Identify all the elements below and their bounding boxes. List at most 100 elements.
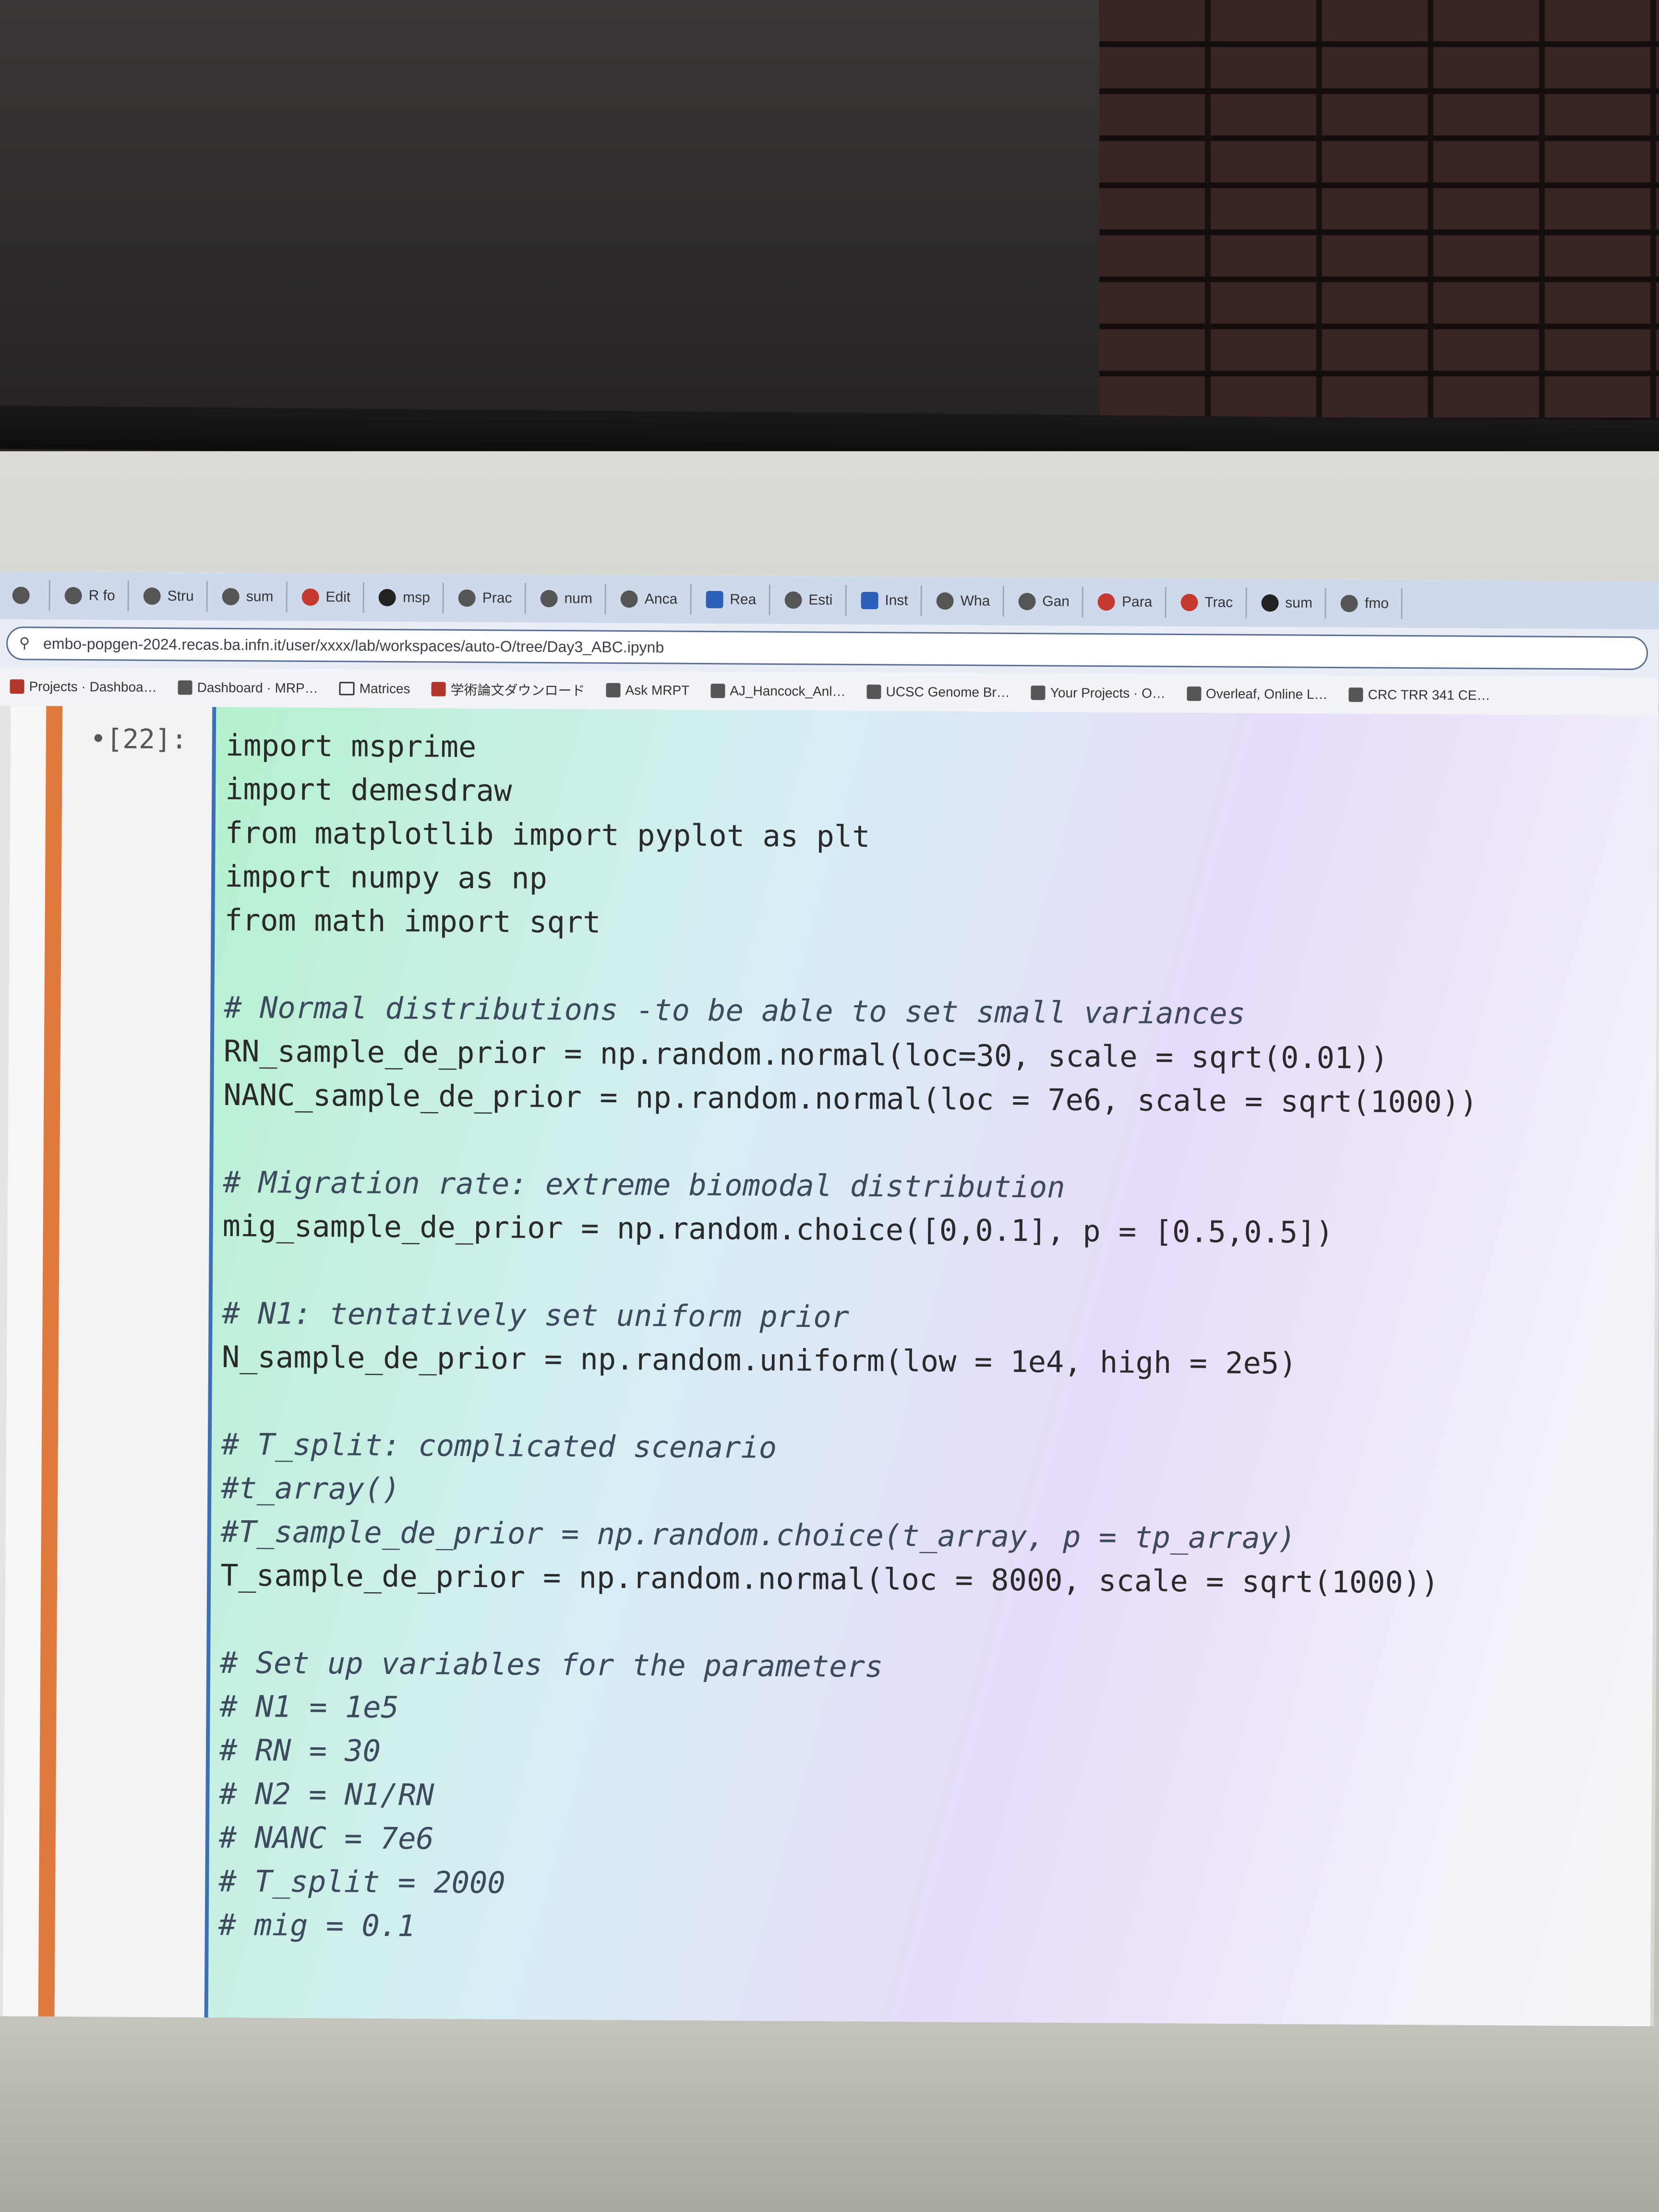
tab-label: sum <box>246 589 274 605</box>
bookmark-label: Dashboard · MRP… <box>197 680 318 696</box>
code-comment-line: #T_sample_de_prior = np.random.choice(t_… <box>220 1514 1296 1556</box>
tab-label: Edit <box>325 589 351 605</box>
bookmark-icon <box>10 679 24 694</box>
browser-tab[interactable]: sum <box>1249 587 1327 619</box>
tab-label: Inst <box>885 592 908 609</box>
bookmark-label: Projects · Dashboa… <box>29 679 157 695</box>
tab-label: msp <box>403 589 430 606</box>
tab-icon <box>1097 593 1116 611</box>
bookmark-icon <box>1031 685 1046 700</box>
bookmark-icon <box>178 680 192 695</box>
bookmark-item[interactable]: Projects · Dashboa… <box>0 679 168 695</box>
bookmark-label: AJ_Hancock_Anl… <box>730 683 846 699</box>
browser-tab[interactable]: Para <box>1085 586 1166 618</box>
code-comment-line: #t_array() <box>221 1470 400 1507</box>
tab-icon <box>222 588 240 606</box>
bookmark-item[interactable]: Matrices <box>329 681 421 697</box>
code-cell-editor[interactable]: import msprime import demesdraw from matpl… <box>204 707 1659 2027</box>
code-line: from matplotlib import pyplot as plt <box>225 815 870 854</box>
tab-label: Para <box>1121 594 1153 610</box>
cell-prompt-column <box>54 706 213 2018</box>
browser-tab[interactable]: Stru <box>131 580 208 612</box>
code-content: import msprime import demesdraw from matpl… <box>218 723 1480 1954</box>
browser-tab[interactable] <box>0 579 50 611</box>
tab-label: num <box>564 590 592 607</box>
tab-icon <box>458 589 476 607</box>
tab-icon <box>1018 592 1036 611</box>
bookmark-item[interactable]: Dashboard · MRP… <box>168 680 329 696</box>
code-line: N_sample_de_prior = np.random.uniform(lo… <box>221 1339 1297 1381</box>
bookmark-icon <box>1348 687 1363 702</box>
tab-label: Wha <box>960 593 990 609</box>
tab-icon <box>706 590 723 609</box>
browser-tab[interactable]: num <box>528 583 607 614</box>
code-line: from math import sqrt <box>224 902 601 940</box>
bookmark-label: Overleaf, Online L… <box>1205 686 1328 702</box>
folder-icon <box>339 682 355 696</box>
code-comment-line: # Normal distributions -to be able to se… <box>224 989 1246 1031</box>
bookmark-label: Ask MRPT <box>625 682 690 698</box>
browser-tab[interactable]: Edit <box>289 581 365 613</box>
site-info-icon[interactable]: ⚲ <box>19 635 34 651</box>
browser-tab[interactable]: msp <box>366 582 445 613</box>
github-icon <box>1261 594 1279 612</box>
bookmark-item[interactable]: AJ_Hancock_Anl… <box>700 683 856 699</box>
bookmark-item[interactable]: Overleaf, Online L… <box>1176 686 1338 702</box>
tab-label: Stru <box>167 588 194 604</box>
background-wall <box>0 0 1099 422</box>
background-brick-wall <box>1099 0 1659 480</box>
tab-icon <box>540 589 558 608</box>
tab-label: Anca <box>644 591 678 607</box>
browser-tab[interactable]: Trac <box>1168 587 1247 618</box>
tab-icon <box>64 587 82 605</box>
bookmark-item[interactable]: UCSC Genome Br… <box>856 684 1020 700</box>
tab-icon <box>1340 595 1358 613</box>
bookmark-icon <box>606 683 621 697</box>
tab-label: sum <box>1285 595 1313 611</box>
code-line: RN_sample_de_prior = np.random.normal(lo… <box>223 1033 1389 1076</box>
tab-label: Rea <box>730 591 757 608</box>
code-line: import demesdraw <box>225 771 512 808</box>
browser-tab[interactable]: Rea <box>693 584 770 615</box>
bookmark-item[interactable]: Ask MRPT <box>595 683 700 698</box>
code-comment-line: # N1: tentatively set uniform prior <box>222 1295 850 1334</box>
url-text: embo-popgen-2024.recas.ba.infn.it/user/x… <box>43 635 664 656</box>
browser-tab[interactable]: Gan <box>1006 586 1084 617</box>
bookmark-item[interactable]: 学術論文ダウンロード <box>421 679 595 699</box>
bookmark-label: UCSC Genome Br… <box>886 684 1010 700</box>
code-line: import msprime <box>225 727 477 765</box>
browser-tab[interactable]: Anca <box>608 583 692 615</box>
browser-tab[interactable]: sum <box>209 581 288 613</box>
code-line: mig_sample_de_prior = np.random.choice([… <box>222 1208 1334 1250</box>
browser-tab[interactable]: Esti <box>772 584 847 616</box>
browser-tab[interactable]: Prac <box>445 582 526 614</box>
code-comment-line: # N1 = 1e5 <box>219 1688 399 1725</box>
tab-label: Trac <box>1204 594 1233 611</box>
address-bar[interactable]: ⚲ embo-popgen-2024.recas.ba.infn.it/user… <box>6 626 1648 670</box>
code-line: import numpy as np <box>224 858 548 896</box>
monitor-screen-bottom <box>0 2016 1659 2212</box>
code-comment-line: # RN = 30 <box>219 1732 381 1768</box>
browser-tab[interactable]: R fo <box>52 580 129 612</box>
notebook-gutter <box>0 705 11 2017</box>
code-comment-line: # NANC = 7e6 <box>218 1819 434 1856</box>
bookmark-item[interactable]: CRC TRR 341 CE… <box>1338 687 1501 703</box>
tab-icon <box>143 587 161 605</box>
browser-tab[interactable]: fmo <box>1328 588 1403 619</box>
browser-tab[interactable]: Inst <box>848 585 922 616</box>
execution-count: [22]: <box>106 723 188 756</box>
code-comment-line: # N2 = N1/RN <box>219 1776 434 1813</box>
tab-icon <box>784 591 802 609</box>
tab-icon <box>620 590 638 608</box>
browser-tab[interactable]: Wha <box>924 585 1004 617</box>
bookmark-item[interactable]: Your Projects · O… <box>1021 685 1176 701</box>
collapse-marker[interactable]: • <box>90 723 107 755</box>
browser-window: R fo Stru sum Edit msp Prac num Anca Rea Esti Inst… <box>0 571 1659 2027</box>
bookmark-label: Your Projects · O… <box>1050 685 1166 701</box>
code-comment-line: # T_split = 2000 <box>218 1863 505 1900</box>
bookmark-icon <box>866 685 881 699</box>
